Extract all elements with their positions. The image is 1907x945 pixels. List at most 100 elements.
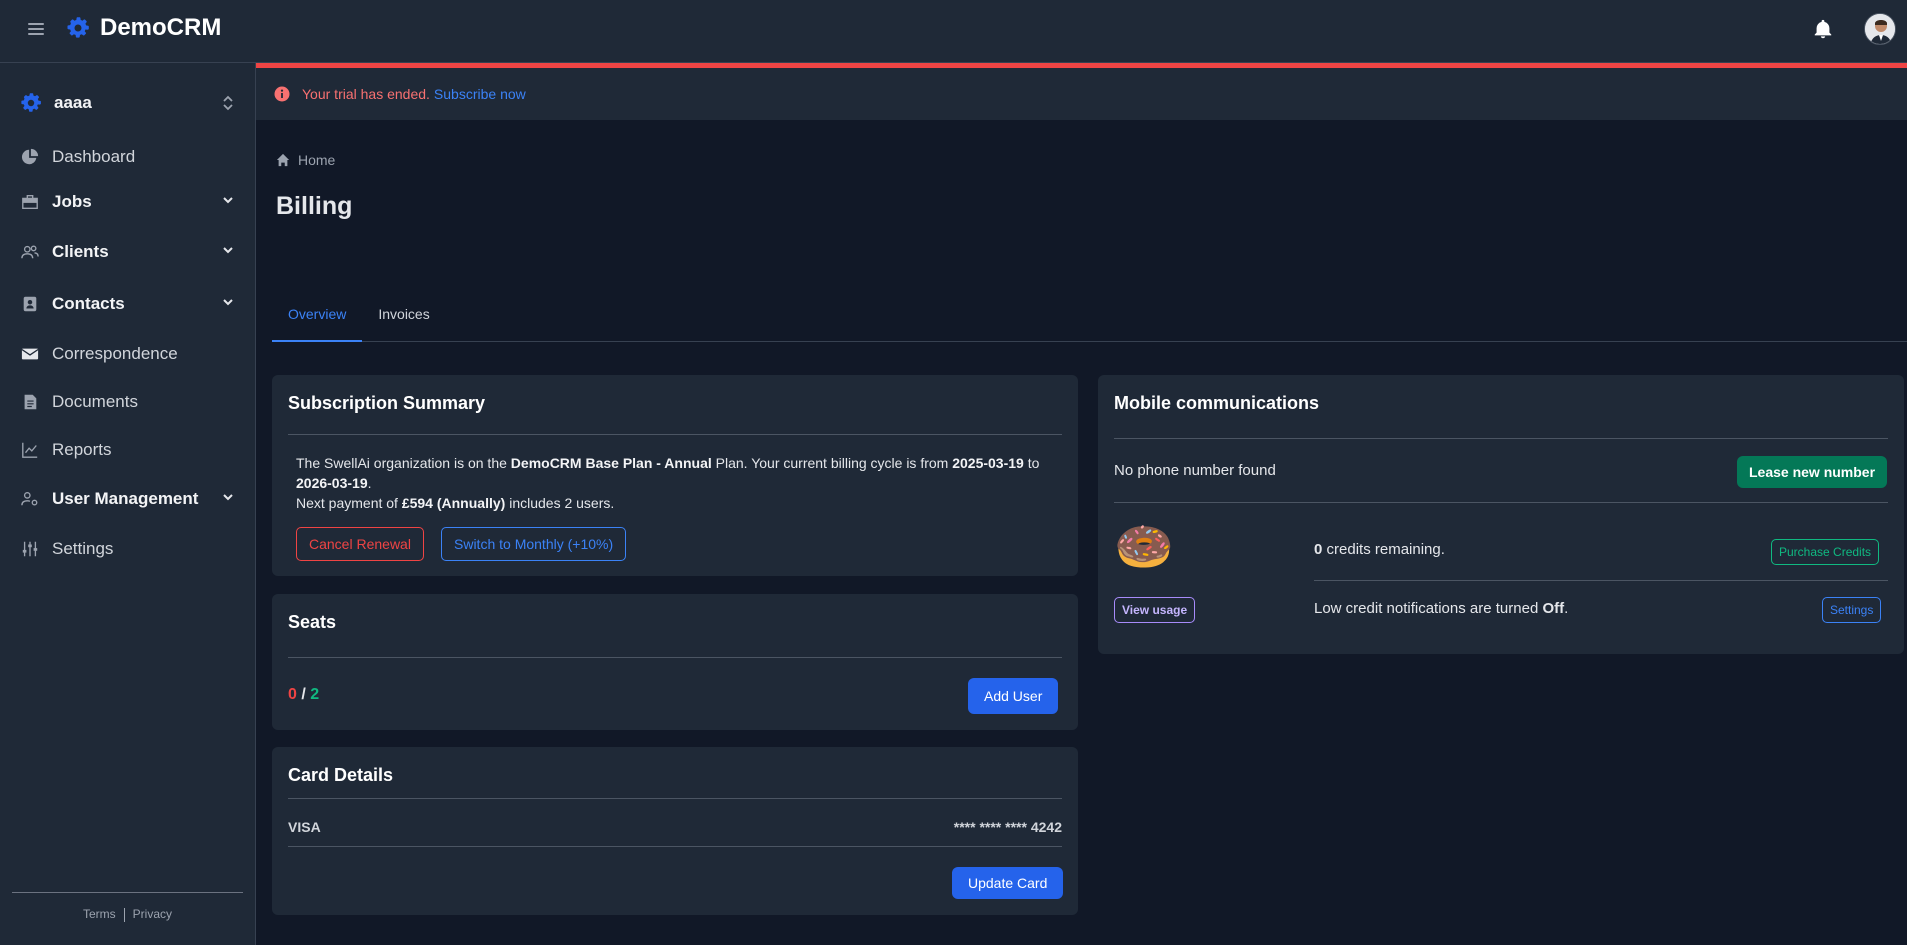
card-number: **** **** **** 4242 xyxy=(954,819,1062,835)
avatar[interactable] xyxy=(1864,13,1896,45)
sidebar-item-label: Correspondence xyxy=(52,344,178,363)
card-last4: 4242 xyxy=(1030,819,1062,835)
gear-logo-icon xyxy=(67,17,89,38)
notification-status: Low credit notifications are turned Off. xyxy=(1314,600,1568,617)
sidebar-item-label: Clients xyxy=(52,242,109,261)
divider xyxy=(288,434,1062,435)
subscription-summary-card: Subscription Summary The SwellAi organiz… xyxy=(272,375,1078,576)
switch-monthly-button[interactable]: Switch to Monthly (+10%) xyxy=(441,527,627,561)
org-name: aaaa xyxy=(54,93,92,112)
divider xyxy=(1314,580,1888,581)
terms-link[interactable]: Terms xyxy=(83,907,116,921)
card-brand: VISA xyxy=(288,819,321,835)
payment-amount: £594 (Annually) xyxy=(401,495,506,511)
no-phone-message: No phone number found xyxy=(1114,462,1276,479)
divider xyxy=(288,657,1062,658)
sidebar-item-settings[interactable]: Settings xyxy=(20,531,236,567)
masked-digits: **** **** **** xyxy=(953,819,1027,835)
breadcrumb-home: Home xyxy=(298,152,336,168)
sidebar-item-reports[interactable]: Reports xyxy=(20,432,236,468)
briefcase-icon xyxy=(20,192,40,212)
contact-book-icon xyxy=(20,294,40,314)
seat-count: 0 / 2 xyxy=(288,686,319,704)
card-title: Subscription Summary xyxy=(288,393,486,413)
sidebar-item-label: Settings xyxy=(52,539,114,558)
credits-remaining: 0 credits remaining. xyxy=(1314,541,1445,558)
subscription-description: The SwellAi organization is on the DemoC… xyxy=(296,453,1056,513)
sidebar-item-contacts[interactable]: Contacts xyxy=(20,286,236,322)
seats-card: Seats 0 / 2 Add User xyxy=(272,594,1078,730)
pie-chart-icon xyxy=(20,147,40,167)
privacy-link[interactable]: Privacy xyxy=(133,907,172,921)
sidebar-item-label: User Management xyxy=(52,489,199,508)
sidebar: aaaa Dashboard Jobs Clients Contacts Cor… xyxy=(0,63,256,945)
settings-button[interactable]: Settings xyxy=(1822,597,1882,623)
divider xyxy=(123,907,125,922)
purchase-credits-button[interactable]: Purchase Credits xyxy=(1771,539,1880,565)
tab-invoices[interactable]: Invoices xyxy=(362,296,445,342)
sidebar-item-user-management[interactable]: User Management xyxy=(20,481,236,517)
text: to xyxy=(1023,455,1040,471)
chevron-down-icon xyxy=(223,494,233,501)
breadcrumb[interactable]: Home xyxy=(276,152,335,168)
trial-message: Your trial has ended. xyxy=(302,86,430,102)
divider xyxy=(288,846,1062,847)
page-title: Billing xyxy=(276,192,353,220)
text: credits remaining. xyxy=(1322,541,1445,558)
card-title: Mobile communications xyxy=(1114,393,1320,413)
view-usage-button[interactable]: View usage xyxy=(1114,597,1196,623)
seats-used: 0 xyxy=(288,686,297,703)
trial-banner: Your trial has ended. Subscribe now xyxy=(256,63,1907,120)
divider xyxy=(1114,438,1888,439)
sidebar-item-correspondence[interactable]: Correspondence xyxy=(20,336,236,372)
users-icon xyxy=(20,242,40,262)
tab-overview[interactable]: Overview xyxy=(272,296,363,342)
text: Next payment of xyxy=(296,495,402,511)
chevron-up-down-icon xyxy=(223,95,233,111)
chevron-down-icon xyxy=(223,197,233,204)
top-bar: DemoCRM xyxy=(0,0,1907,63)
subscribe-link[interactable]: Subscribe now xyxy=(434,86,526,102)
cycle-end-date: 2026-03-19 xyxy=(296,475,368,491)
tab-bar: Overview Invoices xyxy=(272,296,1907,342)
divider xyxy=(288,798,1062,799)
seats-separator: / xyxy=(301,686,306,703)
text: Low credit notifications are turned xyxy=(1314,600,1543,617)
user-avatar-icon xyxy=(1865,14,1895,44)
update-card-button[interactable]: Update Card xyxy=(952,867,1064,899)
user-cog-icon xyxy=(20,489,40,509)
sidebar-footer: Terms Privacy xyxy=(12,892,243,922)
sidebar-item-clients[interactable]: Clients xyxy=(20,234,236,270)
add-user-button[interactable]: Add User xyxy=(968,678,1059,714)
app-name: DemoCRM xyxy=(100,14,222,41)
brand[interactable]: DemoCRM xyxy=(66,14,221,42)
sidebar-item-label: Documents xyxy=(52,392,138,411)
sidebar-item-documents[interactable]: Documents xyxy=(20,384,236,420)
card-title: Card Details xyxy=(288,765,394,785)
text: The SwellAi organization is on the xyxy=(296,455,511,471)
text: . xyxy=(1564,600,1569,617)
cycle-start-date: 2025-03-19 xyxy=(952,455,1024,471)
card-details-card: Card Details VISA **** **** **** 4242 Up… xyxy=(272,747,1078,915)
sidebar-item-label: Dashboard xyxy=(52,147,136,166)
sidebar-item-dashboard[interactable]: Dashboard xyxy=(20,139,236,175)
org-switcher[interactable]: aaaa xyxy=(20,89,236,117)
lease-number-button[interactable]: Lease new number xyxy=(1737,456,1888,488)
chevron-down-icon xyxy=(223,247,233,254)
divider xyxy=(1114,502,1888,503)
sidebar-item-label: Jobs xyxy=(52,192,92,211)
bell-icon[interactable] xyxy=(1812,17,1834,41)
sidebar-item-label: Reports xyxy=(52,440,112,459)
card-title: Seats xyxy=(288,612,337,632)
donut-icon: 🍩 xyxy=(1114,521,1174,574)
seats-total: 2 xyxy=(310,686,320,703)
chevron-down-icon xyxy=(223,299,233,306)
sidebar-item-jobs[interactable]: Jobs xyxy=(20,184,236,220)
text: includes 2 users. xyxy=(505,495,615,511)
text: . xyxy=(367,475,372,491)
menu-toggle-icon[interactable] xyxy=(26,20,46,38)
mobile-communications-card: Mobile communications No phone number fo… xyxy=(1098,375,1904,654)
cancel-renewal-button[interactable]: Cancel Renewal xyxy=(296,527,424,561)
sidebar-item-label: Contacts xyxy=(52,294,125,313)
info-icon xyxy=(274,86,290,102)
